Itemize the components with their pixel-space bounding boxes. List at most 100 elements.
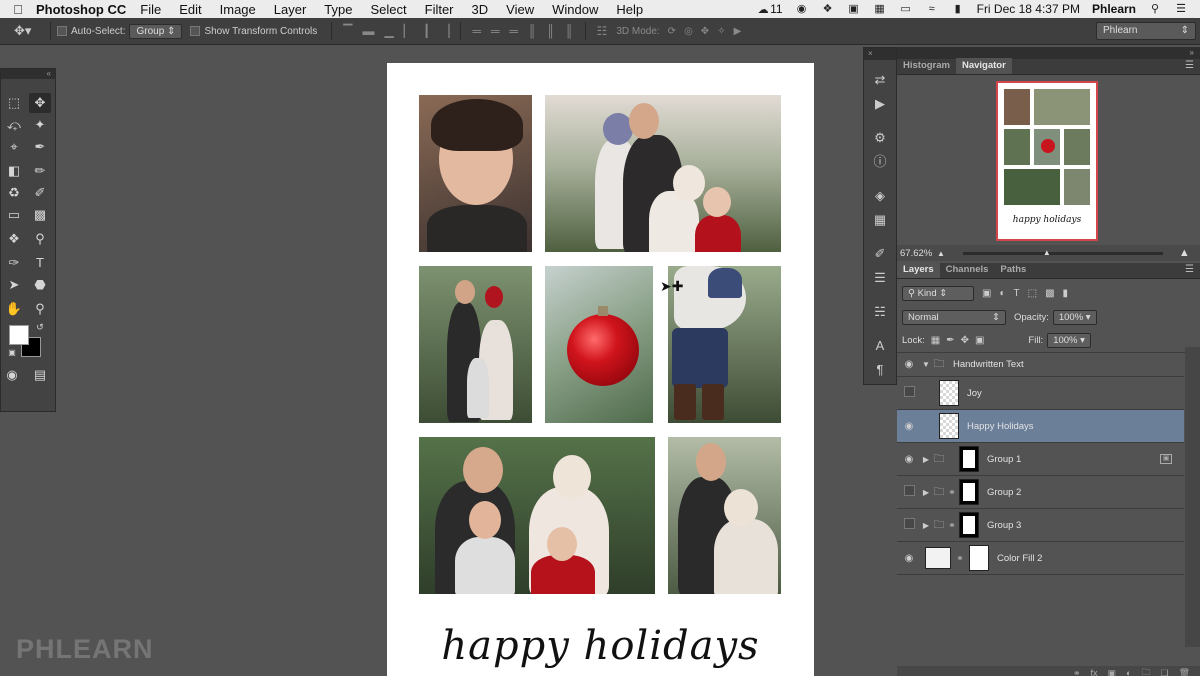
distribute-vcenter-icon[interactable]: ═ [491,24,500,38]
layer-name[interactable]: Handwritten Text [953,359,1184,370]
lasso-tool-icon[interactable]: ⤽ [3,115,25,135]
photo-pregnant-belly[interactable] [668,266,781,423]
show-transform-checkbox[interactable] [190,26,201,36]
creative-cloud-icon[interactable]: ☁ 11 [756,2,783,16]
lock-image-icon[interactable]: ✒ [946,335,954,346]
history-panel-icon[interactable]: ⇄ [864,70,896,90]
align-top-icon[interactable]: ▔ [343,24,352,38]
trash-icon[interactable]: 🗑 [1179,668,1190,676]
swap-colors-icon[interactable]: ↺ [29,317,51,337]
layer-row-color-fill-2[interactable]: ◉ ⚭ Color Fill 2 [897,542,1184,575]
distribute-right-icon[interactable]: ║ [565,24,574,38]
menu-window[interactable]: Window [552,2,598,17]
brush-panel-icon[interactable]: ✐ [864,244,896,264]
link-layers-icon[interactable]: ⚭ [1073,668,1081,676]
info-panel-icon[interactable]: ⓘ [864,152,896,172]
auto-select-checkbox[interactable] [57,26,67,36]
layer-row-group-2[interactable]: ▶ 🗀 ⚭ Group 2 [897,476,1184,509]
spotlight-search-icon[interactable]: ⚲ [1148,3,1162,15]
layer-name[interactable]: Group 3 [987,520,1184,531]
foreground-color-swatch[interactable] [9,325,29,345]
layers-scrollbar[interactable] [1185,347,1200,647]
record-icon[interactable]: ◉ [795,3,809,15]
layer-name[interactable]: Happy Holidays [967,421,1184,432]
layer-name[interactable]: Group 1 [987,454,1160,465]
document-canvas[interactable]: happy holidays [387,63,814,676]
eyedropper-tool-icon[interactable]: ✒ [29,137,51,157]
layer-name[interactable]: Joy [967,388,1184,399]
align-left-icon[interactable]: ▏ [404,24,413,38]
fx-icon[interactable]: fx [1091,668,1098,676]
new-group-icon[interactable]: 🗀 [1141,665,1150,676]
layer-row-handwritten-text[interactable]: ◉ ▼ 🗀 Handwritten Text [897,353,1184,377]
align-hcenter-icon[interactable]: ┃ [423,24,430,38]
filter-shape-icon[interactable]: ⬚ [1028,288,1037,299]
screen-icon[interactable]: ▣ [847,3,861,15]
menu-view[interactable]: View [506,2,534,17]
pen-tool-icon[interactable]: ✑ [3,253,25,273]
auto-align-icon[interactable]: ☷ [597,24,608,38]
filter-pixel-icon[interactable]: ▣ [982,288,991,299]
tab-layers[interactable]: Layers [897,262,940,278]
workspace-dropdown[interactable]: Phlearn ⇕ [1096,22,1196,40]
properties-panel-icon[interactable]: ⚙ [864,128,896,148]
dropbox-icon[interactable]: ❖ [821,3,835,15]
swatches-panel-icon[interactable]: ▦ [864,210,896,230]
dodge-tool-icon[interactable]: ⚲ [29,229,51,249]
layer-row-joy[interactable]: Joy [897,377,1184,410]
menu-file[interactable]: File [140,2,161,17]
actions-panel-icon[interactable]: ▶ [864,94,896,114]
expand-triangle-icon[interactable]: ▶ [921,455,931,464]
opacity-input[interactable]: 100% ▾ [1052,309,1097,325]
eraser-tool-icon[interactable]: ▭ [3,205,25,225]
notification-list-icon[interactable]: ☰ [1174,3,1188,15]
marquee-tool-icon[interactable]: ⬚ [3,93,25,113]
filter-toggle-icon[interactable]: ▮ [1063,288,1069,299]
filter-smart-object-icon[interactable]: ▩ [1045,288,1054,299]
user-name[interactable]: Phlearn [1092,2,1136,16]
expand-triangle-icon[interactable]: ▶ [921,488,931,497]
layer-row-group-1[interactable]: ◉ ▶ 🗀 Group 1 ▣ [897,443,1184,476]
filter-adjustment-icon[interactable]: ◐ [999,288,1005,299]
fill-input[interactable]: 100% ▾ [1047,333,1091,348]
photo-couple-embrace[interactable] [668,437,781,594]
app-name[interactable]: Photoshop CC [36,2,126,17]
slide-3d-icon[interactable]: ✧ [717,26,725,37]
layer-row-group-3[interactable]: ▶ 🗀 ⚭ Group 3 [897,509,1184,542]
layer-name[interactable]: Color Fill 2 [997,553,1184,564]
shape-tool-icon[interactable]: ⬣ [29,275,51,295]
hand-tool-icon[interactable]: ✋ [3,299,25,319]
align-vcenter-icon[interactable]: ▬ [363,24,375,38]
align-bottom-icon[interactable]: ▁ [385,24,394,38]
zoom-slider[interactable]: ▲ [962,248,1163,257]
align-right-icon[interactable]: ▕ [440,24,449,38]
zoom-slider-knob[interactable]: ▲ [1043,248,1051,257]
zoom-out-icon[interactable]: ▲ [937,249,945,258]
paragraph-panel-icon[interactable]: ¶ [864,360,896,380]
roll-3d-icon[interactable]: ◎ [684,26,693,37]
character-panel-icon[interactable]: A [864,336,896,356]
quick-mask-icon[interactable]: ◉ [1,365,23,385]
navigator-menu-icon[interactable]: ☰ [1185,58,1200,74]
blend-mode-dropdown[interactable]: Normal ⇕ [902,309,1006,325]
tab-histogram[interactable]: Histogram [897,58,956,74]
tab-channels[interactable]: Channels [940,262,995,278]
visibility-eye-icon[interactable]: ◉ [897,454,921,465]
navigator-thumbnail[interactable]: happy holidays [996,81,1098,241]
visibility-eye-icon[interactable]: ◉ [897,421,921,432]
move-tool-preset-icon[interactable]: ✥▾ [0,23,44,39]
magic-wand-tool-icon[interactable]: ✦ [29,115,51,135]
menu-filter[interactable]: Filter [425,2,454,17]
menu-image[interactable]: Image [220,2,256,17]
visibility-eye-icon[interactable]: ◉ [897,553,921,564]
lock-position-icon[interactable]: ✥ [961,335,969,346]
brush-tool-icon[interactable]: ✏ [29,161,51,181]
clone-stamp-tool-icon[interactable]: ♻ [3,183,25,203]
auto-select-dropdown[interactable]: Group ⇕ [129,23,183,39]
airplay-icon[interactable]: ▭ [899,3,913,15]
menu-type[interactable]: Type [324,2,352,17]
layer-row-happy-holidays[interactable]: ◉ Happy Holidays [897,410,1184,443]
expand-triangle-icon[interactable]: ▶ [921,521,931,530]
distribute-bottom-icon[interactable]: ═ [509,24,518,38]
adjustments-panel-icon[interactable]: ☰ [864,268,896,288]
